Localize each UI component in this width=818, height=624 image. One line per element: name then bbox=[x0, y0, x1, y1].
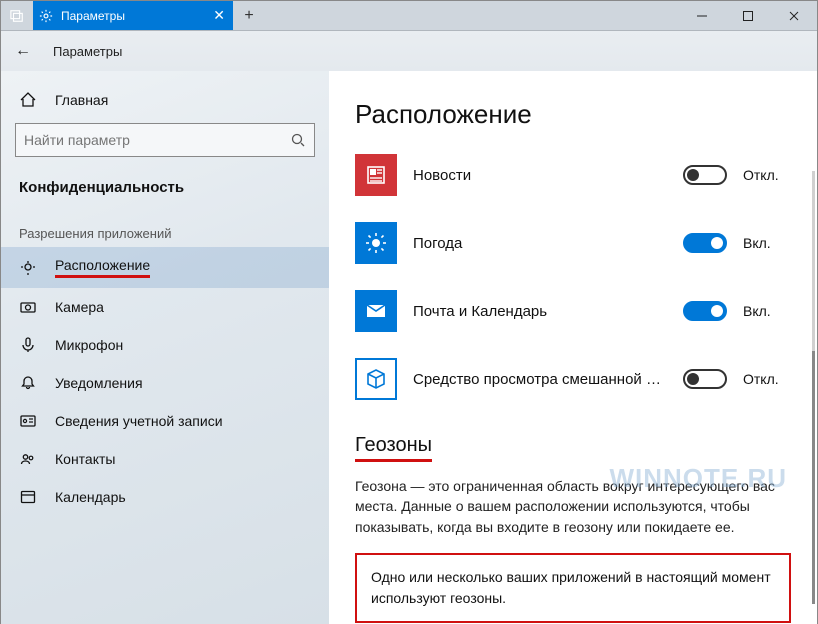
home-icon bbox=[19, 91, 37, 109]
geofence-title: Геозоны bbox=[355, 434, 432, 462]
account-icon bbox=[19, 412, 37, 430]
sidebar-item-contacts[interactable]: Контакты bbox=[1, 440, 329, 478]
search-input[interactable] bbox=[15, 123, 315, 157]
contacts-icon bbox=[19, 450, 37, 468]
titlebar-spacer bbox=[265, 1, 679, 30]
tab-label: Параметры bbox=[61, 9, 205, 23]
sidebar-section: Разрешения приложений bbox=[1, 218, 329, 247]
sidebar-item-label: Уведомления bbox=[55, 375, 143, 391]
new-tab-button[interactable]: + bbox=[233, 1, 265, 30]
sidebar-item-calendar[interactable]: Календарь bbox=[1, 478, 329, 516]
app-name: Почта и Календарь bbox=[413, 303, 667, 320]
back-button[interactable]: ← bbox=[15, 42, 31, 60]
toggle-state: Откл. bbox=[743, 371, 791, 387]
tab-close-icon[interactable]: ✕ bbox=[213, 7, 225, 24]
sidebar-home[interactable]: Главная bbox=[1, 81, 329, 119]
app-row-weather: Погода Вкл. bbox=[355, 222, 791, 264]
tabstrip: Параметры ✕ + bbox=[1, 1, 265, 30]
app-name: Погода bbox=[413, 235, 667, 252]
sidebar-item-location[interactable]: Расположение bbox=[1, 247, 329, 288]
breadcrumb: ← Параметры bbox=[1, 31, 817, 71]
calendar-icon bbox=[19, 488, 37, 506]
maximize-button[interactable] bbox=[725, 1, 771, 30]
sidebar-item-label: Сведения учетной записи bbox=[55, 413, 223, 429]
breadcrumb-label: Параметры bbox=[53, 44, 122, 59]
sidebar-item-account-info[interactable]: Сведения учетной записи bbox=[1, 402, 329, 440]
bell-icon bbox=[19, 374, 37, 392]
app-tile-news bbox=[355, 154, 397, 196]
sidebar-item-label: Микрофон bbox=[55, 337, 123, 353]
sidebar-item-microphone[interactable]: Микрофон bbox=[1, 326, 329, 364]
toggle-mail[interactable] bbox=[683, 301, 727, 321]
app-tile-mail bbox=[355, 290, 397, 332]
app-name: Новости bbox=[413, 167, 667, 184]
tab-settings[interactable]: Параметры ✕ bbox=[33, 1, 233, 30]
toggle-state: Вкл. bbox=[743, 235, 791, 251]
toggle-mixed-reality[interactable] bbox=[683, 369, 727, 389]
scrollbar[interactable] bbox=[812, 171, 815, 604]
close-button[interactable] bbox=[771, 1, 817, 30]
app-tile-weather bbox=[355, 222, 397, 264]
sidebar-category: Конфиденциальность bbox=[1, 169, 329, 196]
sidebar: Главная Конфиденциальность Разрешения пр… bbox=[1, 71, 329, 624]
sidebar-home-label: Главная bbox=[55, 92, 108, 108]
search-icon bbox=[290, 132, 306, 148]
sidebar-item-label: Камера bbox=[55, 299, 104, 315]
geofence-description: Геозона — это ограниченная область вокру… bbox=[355, 476, 791, 537]
content: Расположение Новости Откл. Погода Вкл. П… bbox=[329, 71, 817, 624]
sidebar-item-camera[interactable]: Камера bbox=[1, 288, 329, 326]
app-row-news: Новости Откл. bbox=[355, 154, 791, 196]
task-view-icon[interactable] bbox=[1, 1, 33, 30]
location-icon bbox=[19, 259, 37, 277]
toggle-state: Вкл. bbox=[743, 303, 791, 319]
toggle-news[interactable] bbox=[683, 165, 727, 185]
app-list: Новости Откл. Погода Вкл. Почта и Календ… bbox=[355, 154, 791, 400]
titlebar: Параметры ✕ + bbox=[1, 1, 817, 31]
search-field[interactable] bbox=[24, 132, 290, 148]
minimize-button[interactable] bbox=[679, 1, 725, 30]
app-name: Средство просмотра смешанной реальн... bbox=[413, 371, 667, 388]
camera-icon bbox=[19, 298, 37, 316]
sidebar-item-notifications[interactable]: Уведомления bbox=[1, 364, 329, 402]
toggle-state: Откл. bbox=[743, 167, 791, 183]
geofence-callout: Одно или несколько ваших приложений в на… bbox=[355, 553, 791, 623]
app-tile-cube bbox=[355, 358, 397, 400]
app-row-mail: Почта и Календарь Вкл. bbox=[355, 290, 791, 332]
gear-icon bbox=[39, 9, 53, 23]
sidebar-item-label: Контакты bbox=[55, 451, 115, 467]
page-title: Расположение bbox=[355, 99, 791, 130]
sidebar-item-label: Календарь bbox=[55, 489, 126, 505]
toggle-weather[interactable] bbox=[683, 233, 727, 253]
app-row-mixed-reality: Средство просмотра смешанной реальн... О… bbox=[355, 358, 791, 400]
sidebar-item-label: Расположение bbox=[55, 257, 150, 278]
microphone-icon bbox=[19, 336, 37, 354]
